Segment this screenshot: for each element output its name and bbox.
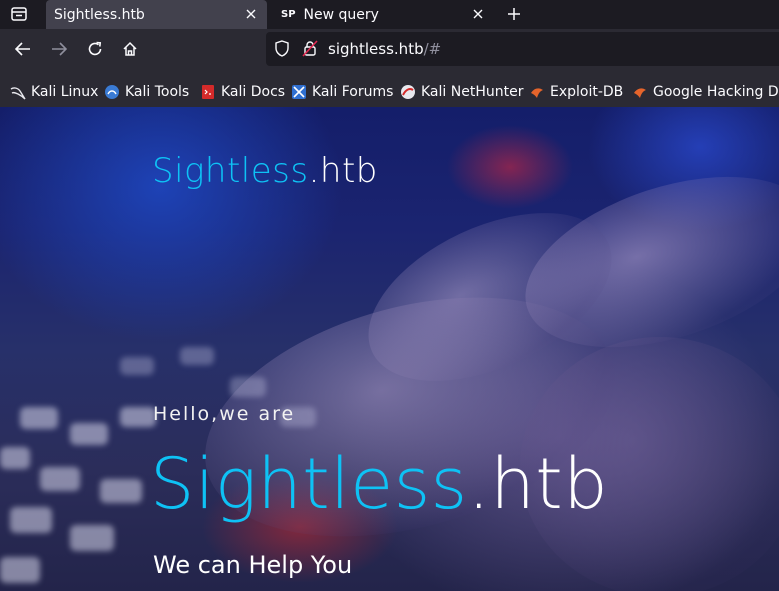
ghdb-icon — [632, 84, 648, 100]
bookmark-kali-tools[interactable]: Kali Tools — [104, 82, 189, 102]
bookmark-label: Exploit-DB — [550, 84, 624, 100]
bookmark-label: Kali Docs — [221, 84, 286, 100]
url-host: sightless.htb — [328, 40, 424, 58]
close-icon[interactable] — [470, 6, 486, 22]
hero-headline: Sightless.htb — [150, 443, 608, 525]
lock-insecure-icon[interactable] — [302, 40, 318, 61]
back-button[interactable] — [12, 38, 34, 60]
tab-list-icon[interactable] — [8, 4, 30, 24]
tab-new-query[interactable]: SP New query — [273, 0, 494, 29]
bookmark-label: Kali Tools — [125, 84, 190, 100]
tab-sightless[interactable]: Sightless.htb — [46, 0, 267, 29]
bookmark-label: Google Hacking DB — [653, 84, 779, 100]
bookmark-kali-linux[interactable]: Kali Linux — [10, 82, 98, 102]
hero-tagline: We can Help You — [153, 551, 353, 579]
exploit-db-icon — [529, 84, 545, 100]
logo-text-primary: Sightless — [152, 151, 309, 191]
bookmark-google-hacking-db[interactable]: Google Hacking DB — [632, 82, 779, 102]
bookmark-kali-nethunter[interactable]: Kali NetHunter — [400, 82, 523, 102]
reload-button[interactable] — [84, 38, 106, 60]
new-tab-button[interactable] — [504, 4, 524, 24]
url-bar[interactable]: sightless.htb/# — [266, 32, 779, 66]
tab-title: Sightless.htb — [54, 6, 145, 23]
home-button[interactable] — [119, 38, 141, 60]
url-text: sightless.htb/# — [328, 40, 441, 58]
headline-text-primary: Sightless — [150, 443, 468, 525]
kali-nethunter-icon — [400, 84, 416, 100]
bookmark-kali-forums[interactable]: Kali Forums — [291, 82, 393, 102]
kali-docs-icon — [200, 84, 216, 100]
shield-icon[interactable] — [274, 40, 290, 61]
tab-title: New query — [303, 6, 379, 23]
tab-strip: Sightless.htb SP New query — [0, 0, 779, 29]
close-icon[interactable] — [243, 6, 259, 22]
bookmark-label: Kali NetHunter — [421, 84, 524, 100]
bookmark-label: Kali Forums — [312, 84, 394, 100]
hero-section: Sightless.htb Hello,we are Sightless.htb… — [0, 107, 779, 591]
forward-button[interactable] — [48, 38, 70, 60]
site-logo[interactable]: Sightless.htb — [152, 151, 378, 191]
headline-text-secondary: .htb — [467, 443, 609, 525]
url-path: /# — [423, 40, 442, 58]
bookmark-label: Kali Linux — [31, 84, 99, 100]
toolbar: sightless.htb/# — [0, 29, 779, 77]
bookmark-kali-docs[interactable]: Kali Docs — [200, 82, 285, 102]
kali-dragon-icon — [10, 84, 26, 100]
kali-forums-icon — [291, 84, 307, 100]
bookmark-exploit-db[interactable]: Exploit-DB — [529, 82, 623, 102]
logo-text-secondary: .htb — [308, 151, 378, 191]
kali-tools-icon — [104, 84, 120, 100]
hero-intro: Hello,we are — [153, 403, 296, 425]
bookmarks-toolbar: Kali Linux Kali Tools Kali Docs Kali For… — [0, 77, 779, 107]
tab-favicon: SP — [281, 9, 296, 20]
